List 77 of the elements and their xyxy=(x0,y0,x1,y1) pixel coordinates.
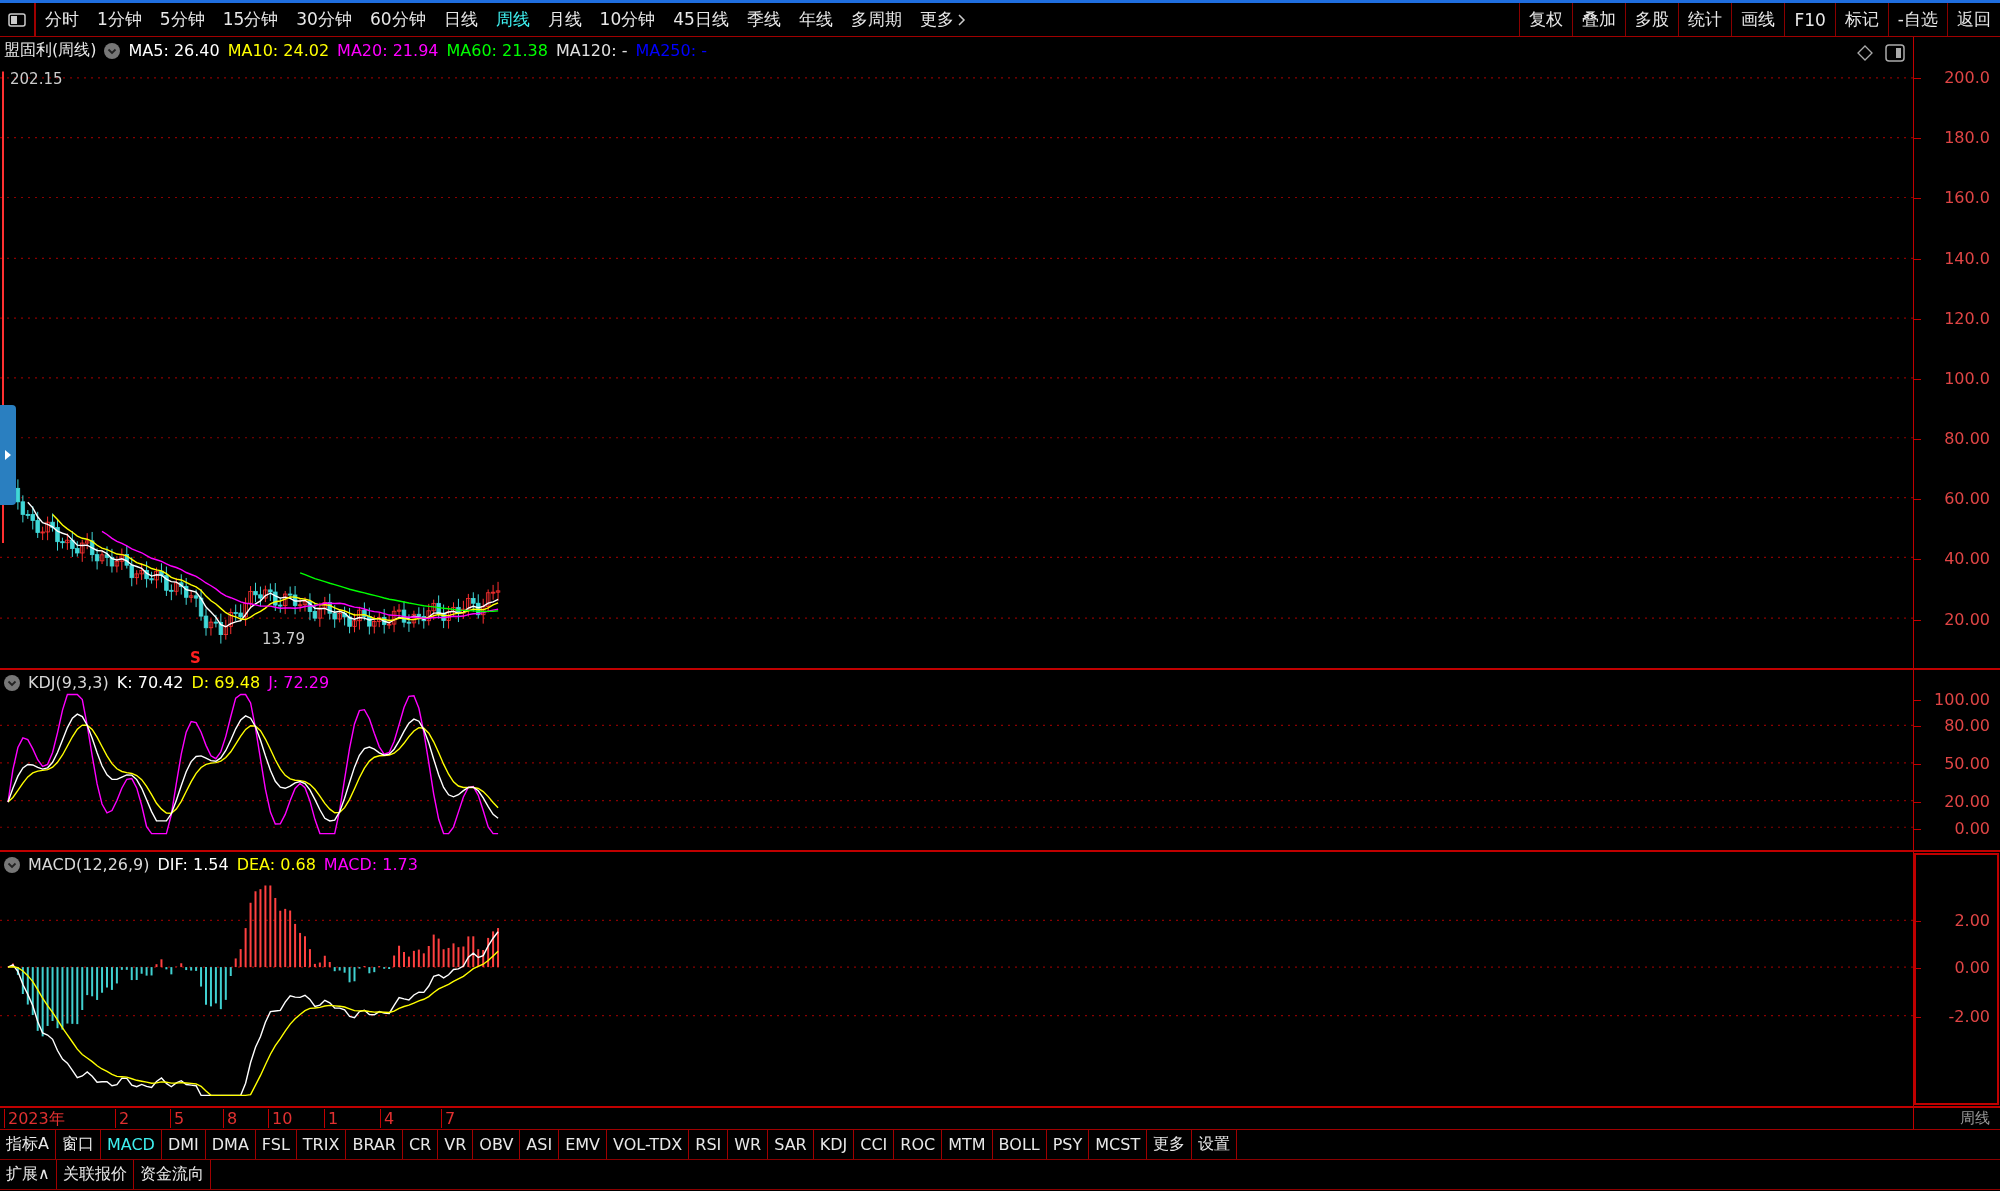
date-label: 8 xyxy=(223,1109,238,1128)
indicator-value: K: 70.42 xyxy=(116,673,184,692)
axis-label: 20.00 xyxy=(1944,610,1990,630)
period-tab[interactable]: 5分钟 xyxy=(150,3,214,36)
indicator-value: MA60: 21.38 xyxy=(446,41,548,60)
toolbar-button[interactable]: 标记 xyxy=(1834,3,1888,36)
indicator-value: D: 69.48 xyxy=(191,673,261,692)
toolbar-button[interactable]: 叠加 xyxy=(1572,3,1626,36)
period-tab[interactable]: 季线 xyxy=(737,3,790,36)
period-tab[interactable]: 30分钟 xyxy=(287,3,361,36)
chart-title: MACD(12,26,9) xyxy=(28,855,150,874)
period-tab[interactable]: 分时 xyxy=(36,3,88,36)
chart-title: 盟固利(周线) xyxy=(4,40,97,61)
toolbar-button[interactable]: 多股 xyxy=(1625,3,1679,36)
indicator-value: MA120: - xyxy=(555,41,628,60)
side-panel-handle[interactable] xyxy=(0,405,16,505)
collapse-icon[interactable] xyxy=(104,42,121,59)
diamond-icon[interactable] xyxy=(1857,45,1873,61)
axis-label: 140.0 xyxy=(1944,249,1990,269)
axis-label: 2.00 xyxy=(1954,911,1990,931)
period-tab[interactable]: 45日线 xyxy=(664,3,738,36)
period-tab[interactable]: 年线 xyxy=(789,3,842,36)
axis-label: -2.00 xyxy=(1948,1007,1990,1027)
period-tab[interactable]: 日线 xyxy=(434,3,487,36)
indicator-value: MA20: 21.94 xyxy=(337,41,439,60)
indicator-value: DEA: 0.68 xyxy=(236,855,316,874)
axis-label: 120.0 xyxy=(1944,309,1990,329)
axis-label: 80.00 xyxy=(1944,429,1990,449)
axis-label: 80.00 xyxy=(1944,716,1990,736)
axis-label: 20.00 xyxy=(1944,792,1990,812)
period-tab[interactable]: 周线 xyxy=(486,3,539,36)
date-label: 4 xyxy=(380,1109,395,1128)
indicator-value: J: 72.29 xyxy=(268,673,330,692)
date-label: 10 xyxy=(268,1109,293,1128)
date-label: 2023年 xyxy=(4,1109,65,1128)
axis-label: 0.00 xyxy=(1954,958,1990,978)
axis-label: 0.00 xyxy=(1954,819,1990,839)
period-tab[interactable]: 60分钟 xyxy=(360,3,435,36)
signal-marker: S xyxy=(190,649,201,667)
axis-label: 180.0 xyxy=(1944,128,1990,148)
period-tab[interactable]: 15分钟 xyxy=(213,3,288,36)
period-tab[interactable]: 10分钟 xyxy=(590,3,665,36)
low-price-label: 13.79 xyxy=(262,630,305,648)
date-label: 1 xyxy=(324,1109,339,1128)
indicator-value: DIF: 1.54 xyxy=(157,855,229,874)
axis-label: 100.0 xyxy=(1944,369,1990,389)
axis-label: 50.00 xyxy=(1944,754,1990,774)
axis-label: 100.00 xyxy=(1934,690,1990,710)
axis-label: 40.00 xyxy=(1944,549,1990,569)
indicator-value: MA10: 24.02 xyxy=(227,41,330,60)
axis-label: 200.0 xyxy=(1944,68,1990,88)
toolbar-button[interactable]: 返回 xyxy=(1947,3,2000,36)
toolbar-button[interactable]: F10 xyxy=(1784,3,1835,36)
date-label: 5 xyxy=(170,1109,185,1128)
panel-layout-icon[interactable] xyxy=(1885,44,1905,62)
date-label: 2 xyxy=(115,1109,130,1128)
indicator-value: MA250: - xyxy=(635,41,707,60)
collapse-icon[interactable] xyxy=(4,856,20,873)
chevron-right-icon xyxy=(957,13,966,26)
sidebar-toggle-icon xyxy=(8,12,26,27)
chart-title: KDJ(9,3,3) xyxy=(28,673,109,692)
period-label: 周线 xyxy=(1960,1109,1990,1128)
period-tab[interactable]: 月线 xyxy=(538,3,591,36)
axis-label: 60.00 xyxy=(1944,489,1990,509)
more-button[interactable]: 更多 xyxy=(910,3,975,36)
axis-label: 160.0 xyxy=(1944,188,1990,208)
period-tab[interactable]: 1分钟 xyxy=(88,3,151,36)
period-tab[interactable]: 多周期 xyxy=(841,3,911,36)
toolbar-button[interactable]: 统计 xyxy=(1678,3,1732,36)
toolbar-button[interactable]: -自选 xyxy=(1887,3,1947,36)
indicator-value: MACD: 1.73 xyxy=(323,855,418,874)
collapse-icon[interactable] xyxy=(4,674,20,691)
toolbar-button[interactable]: 画线 xyxy=(1731,3,1785,36)
toolbar-button[interactable]: 复权 xyxy=(1519,3,1573,36)
high-price-label: 202.15 xyxy=(10,70,63,88)
indicator-value: MA5: 26.40 xyxy=(128,41,220,60)
date-label: 7 xyxy=(441,1109,456,1128)
